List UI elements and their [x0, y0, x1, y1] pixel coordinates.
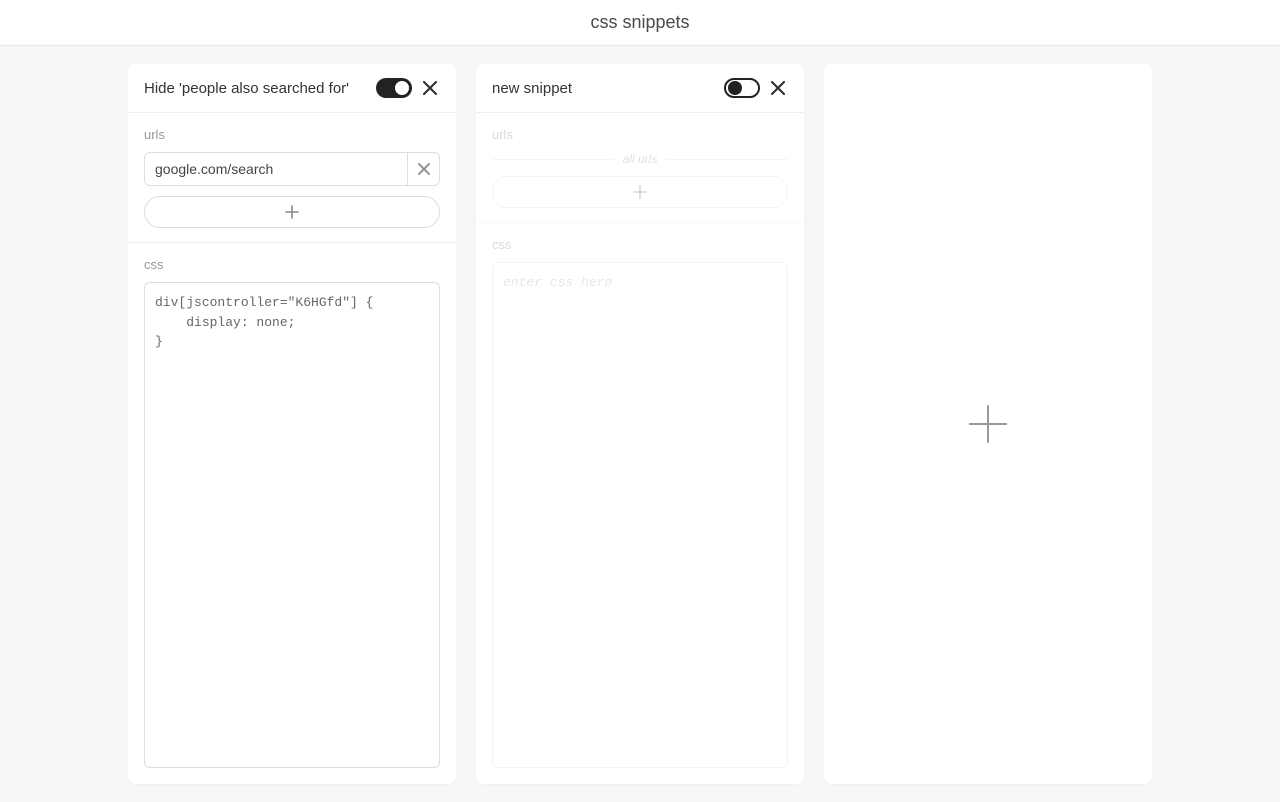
css-label: css [492, 237, 788, 252]
add-url-button[interactable] [144, 196, 440, 228]
url-input[interactable] [144, 152, 408, 186]
snippets-container: Hide 'people also searched for' urls css [0, 46, 1280, 802]
delete-snippet-button[interactable] [420, 78, 440, 98]
snippet-title[interactable]: new snippet [492, 80, 716, 97]
toggle-knob [728, 81, 742, 95]
close-icon [417, 162, 431, 176]
urls-section: urls all urls [476, 113, 804, 223]
urls-label: urls [144, 127, 440, 142]
add-url-button[interactable] [492, 176, 788, 208]
urls-section: urls [128, 113, 456, 243]
app-title: css snippets [0, 12, 1280, 33]
css-section: css [128, 243, 456, 784]
app-header: css snippets [0, 0, 1280, 46]
snippet-toggle[interactable] [376, 78, 412, 98]
css-textarea[interactable] [492, 262, 788, 768]
remove-url-button[interactable] [408, 152, 440, 186]
urls-label: urls [492, 127, 788, 142]
css-textarea[interactable] [144, 282, 440, 768]
url-row [144, 152, 440, 186]
css-section: css [476, 223, 804, 784]
plus-icon [284, 204, 300, 220]
snippet-header: Hide 'people also searched for' [128, 64, 456, 113]
add-snippet-button[interactable] [824, 64, 1152, 784]
plus-icon [964, 400, 1012, 448]
snippet-card: new snippet urls all urls css [476, 64, 804, 784]
css-label: css [144, 257, 440, 272]
close-icon [769, 79, 787, 97]
snippet-header: new snippet [476, 64, 804, 113]
toggle-knob [395, 81, 409, 95]
snippet-toggle[interactable] [724, 78, 760, 98]
plus-icon [632, 184, 648, 200]
snippet-title[interactable]: Hide 'people also searched for' [144, 80, 368, 97]
snippet-card: Hide 'people also searched for' urls css [128, 64, 456, 784]
all-urls-divider: all urls [492, 152, 788, 166]
delete-snippet-button[interactable] [768, 78, 788, 98]
close-icon [421, 79, 439, 97]
